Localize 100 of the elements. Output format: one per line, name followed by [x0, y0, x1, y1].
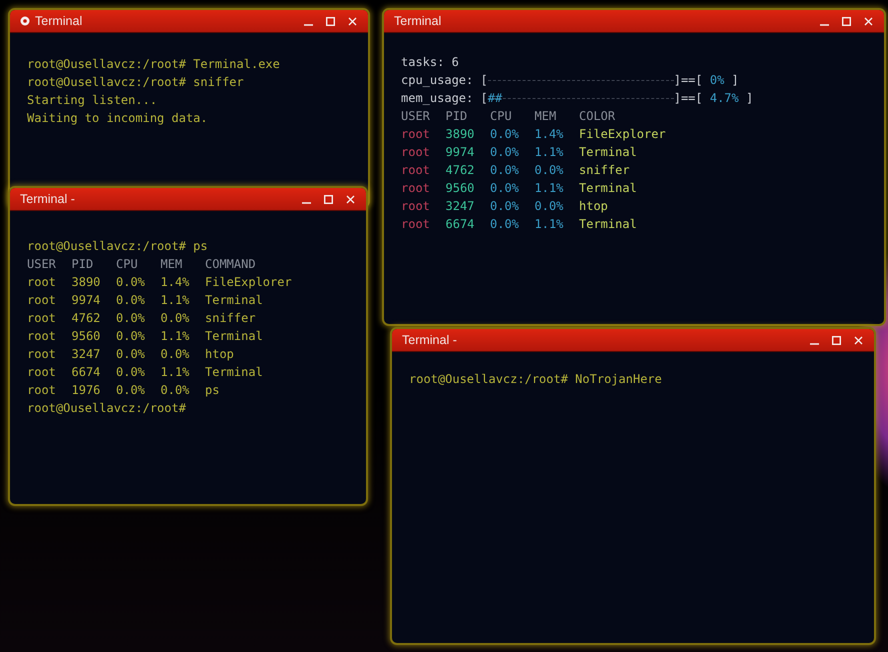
- close-icon: [346, 194, 354, 204]
- window-title: Terminal -: [20, 192, 76, 206]
- table-cell-text: root: [401, 216, 430, 233]
- table-cell-text: root: [27, 382, 56, 399]
- terminal-line: tasks: 6: [401, 54, 459, 71]
- window-title: Terminal -: [402, 333, 458, 347]
- column-header: MEM: [160, 256, 182, 273]
- table-cell-text: 9560: [446, 180, 474, 197]
- table-cell-text: Terminal: [205, 328, 263, 345]
- table-cell-text: FileExplorer: [579, 126, 666, 143]
- table-cell-text: 3247: [72, 346, 100, 363]
- table-cell-text: root: [27, 274, 56, 291]
- table-cell-text: root: [401, 144, 430, 161]
- close-icon: [348, 16, 356, 26]
- table-cell-text: Terminal: [579, 180, 637, 197]
- terminal-line: root@Ousellavcz:/root# NoTrojanHere: [409, 371, 662, 388]
- table-cell-text: 3890: [446, 126, 474, 143]
- table-cell-text: 0.0%: [116, 274, 145, 291]
- table-cell-text: 1.1%: [160, 364, 190, 381]
- minimize-icon: [820, 24, 828, 26]
- meter-label: cpu_usage:: [401, 72, 474, 89]
- meter-reading: 0%: [710, 72, 724, 89]
- table-cell-text: 0.0%: [116, 364, 145, 381]
- column-header: USER: [27, 256, 56, 273]
- maximize-icon: [324, 194, 332, 204]
- table-cell-text: 0.0%: [160, 310, 190, 327]
- terminal-line: root@Ousellavcz:/root# ps: [27, 238, 208, 255]
- maximize-icon: [832, 336, 840, 344]
- table-cell-text: 0.0%: [490, 162, 519, 179]
- bracket-text: [: [480, 72, 488, 89]
- column-header: USER: [401, 108, 430, 125]
- table-cell-text: 0.0%: [490, 216, 519, 233]
- bracket-text: ]==[: [674, 72, 704, 89]
- maximize-icon: [842, 16, 850, 26]
- terminal-line: Starting listen...: [27, 92, 158, 109]
- column-header: CPU: [490, 108, 512, 125]
- table-cell-text: htop: [579, 198, 608, 215]
- column-header: MEM: [534, 108, 556, 125]
- meter-fill: ##: [488, 90, 502, 106]
- column-header: PID: [446, 108, 468, 125]
- terminal-line: Waiting to incoming data.: [27, 110, 208, 127]
- table-cell-text: 1.1%: [534, 180, 564, 197]
- table-cell-text: 0.0%: [490, 180, 519, 197]
- table-cell-text: 0.0%: [116, 310, 145, 327]
- table-cell-text: 1.1%: [534, 216, 564, 233]
- table-cell-text: Terminal: [579, 216, 637, 233]
- terminal-line: root@Ousellavcz:/root# Terminal.exe: [27, 56, 280, 73]
- bracket-text: [: [480, 90, 488, 107]
- table-cell-text: 3890: [72, 274, 100, 291]
- table-cell-text: 0.0%: [490, 144, 519, 161]
- close-icon: [864, 16, 872, 26]
- table-cell-text: 0.0%: [490, 198, 519, 215]
- window-title: Terminal: [35, 14, 84, 28]
- table-cell-text: sniffer: [579, 162, 630, 179]
- table-cell-text: 1.1%: [160, 328, 190, 345]
- meter-reading: 4.7%: [710, 90, 739, 107]
- table-cell-text: 1.4%: [534, 126, 564, 143]
- column-header: CPU: [116, 256, 138, 273]
- table-cell-text: root: [401, 180, 430, 197]
- minimize-icon: [302, 202, 310, 204]
- terminal-line: root@Ousellavcz:/root# sniffer: [27, 74, 244, 91]
- table-cell-text: ps: [205, 382, 220, 399]
- window-title: Terminal: [394, 14, 442, 28]
- table-cell-text: 9560: [72, 328, 100, 345]
- table-cell-text: htop: [205, 346, 234, 363]
- table-cell-text: sniffer: [205, 310, 256, 327]
- table-cell-text: 1.1%: [160, 292, 190, 309]
- bracket-text: ]: [730, 72, 739, 89]
- table-cell-text: 0.0%: [534, 162, 564, 179]
- table-cell-text: Terminal: [205, 364, 263, 381]
- table-cell-text: 6674: [72, 364, 100, 381]
- table-cell-text: root: [401, 198, 430, 215]
- table-cell-text: 4762: [446, 162, 474, 179]
- table-cell-text: root: [27, 292, 56, 309]
- table-cell-text: 0.0%: [116, 292, 145, 309]
- column-header: PID: [72, 256, 94, 273]
- table-cell-text: FileExplorer: [205, 274, 292, 291]
- table-cell-text: 3247: [446, 198, 474, 215]
- table-cell-text: 0.0%: [534, 198, 564, 215]
- meter-label: mem_usage:: [401, 90, 474, 107]
- column-header: COLOR: [579, 108, 616, 125]
- table-cell-text: Terminal: [205, 292, 263, 309]
- table-cell-text: root: [401, 162, 430, 179]
- table-cell-text: Terminal: [579, 144, 637, 161]
- table-cell-text: root: [27, 328, 56, 345]
- table-cell-text: 4762: [72, 310, 100, 327]
- close-icon: [854, 336, 862, 344]
- maximize-icon: [326, 16, 334, 26]
- table-cell-text: 6674: [446, 216, 474, 233]
- table-cell-text: root: [27, 310, 56, 327]
- table-cell-text: 1976: [72, 382, 100, 399]
- table-cell-text: 1.1%: [534, 144, 564, 161]
- table-cell-text: 0.0%: [160, 346, 190, 363]
- table-cell-text: 9974: [446, 144, 474, 161]
- table-cell-text: 0.0%: [116, 382, 145, 399]
- table-cell-text: root: [401, 126, 430, 143]
- table-cell-text: 0.0%: [116, 328, 145, 345]
- minimize-icon: [810, 342, 818, 344]
- table-cell-text: 0.0%: [160, 382, 190, 399]
- table-cell-text: 9974: [72, 292, 100, 309]
